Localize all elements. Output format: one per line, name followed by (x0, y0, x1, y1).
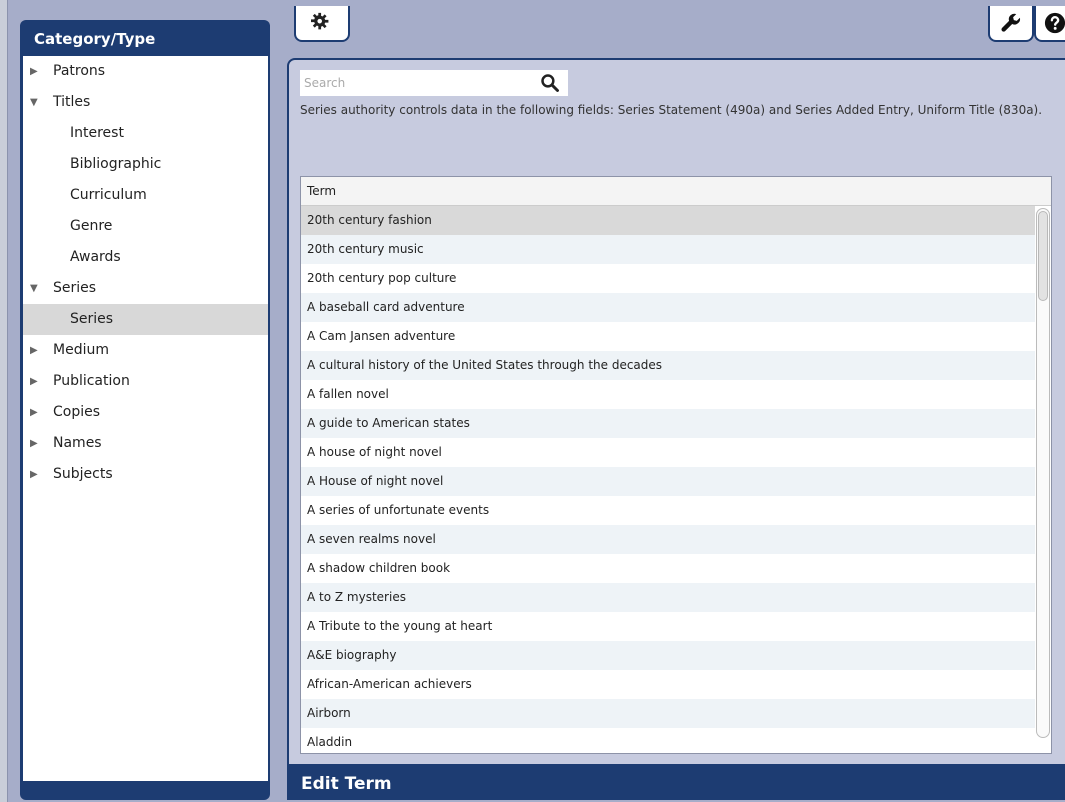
expanded-arrow-icon[interactable]: ▼ (30, 87, 40, 118)
settings-button[interactable] (294, 6, 350, 42)
sidebar-item-names[interactable]: ▶ Names (23, 428, 268, 459)
table-row[interactable]: A&E biography (301, 641, 1035, 670)
sidebar-item-patrons[interactable]: ▶ Patrons (23, 56, 268, 87)
collapsed-arrow-icon[interactable]: ▶ (30, 397, 40, 428)
table-scrollbar[interactable] (1036, 208, 1050, 738)
search-input[interactable] (300, 71, 530, 95)
series-authority-panel: Series authority controls data in the fo… (287, 58, 1065, 800)
sidebar-item-label: Series (53, 280, 97, 296)
sidebar-item-medium[interactable]: ▶ Medium (23, 335, 268, 366)
table-row[interactable]: Airborn (301, 699, 1035, 728)
table-row[interactable]: 20th century pop culture (301, 264, 1035, 293)
sidebar-item-label: Copies (53, 404, 101, 420)
sidebar-item-label: Publication (53, 373, 130, 389)
sidebar-item-label: Awards (70, 249, 121, 265)
collapsed-arrow-icon[interactable]: ▶ (30, 335, 40, 366)
scrollbar-thumb[interactable] (1038, 211, 1048, 301)
sidebar-item-series[interactable]: ▼ Series (23, 273, 268, 304)
collapsed-arrow-icon[interactable]: ▶ (30, 459, 40, 490)
expanded-arrow-icon[interactable]: ▼ (30, 273, 40, 304)
tools-button[interactable] (988, 6, 1034, 42)
series-description: Series authority controls data in the fo… (300, 103, 1043, 117)
table-row[interactable]: A cultural history of the United States … (301, 351, 1035, 380)
sidebar-item-subjects[interactable]: ▶ Subjects (23, 459, 268, 490)
search-box (300, 70, 568, 96)
help-button[interactable] (1034, 6, 1065, 42)
table-row[interactable]: A house of night novel (301, 438, 1035, 467)
sidebar-item-copies[interactable]: ▶ Copies (23, 397, 268, 428)
table-row[interactable]: A Tribute to the young at heart (301, 612, 1035, 641)
table-row[interactable]: A baseball card adventure (301, 293, 1035, 322)
sidebar-item-label: Patrons (53, 63, 106, 79)
table-row[interactable]: African-American achievers (301, 670, 1035, 699)
terms-table: Term 20th century fashion 20th century mu… (300, 176, 1052, 754)
table-row[interactable]: 20th century fashion (301, 206, 1035, 235)
terms-table-body: 20th century fashion 20th century music 20… (301, 206, 1035, 753)
table-row[interactable]: A to Z mysteries (301, 583, 1035, 612)
table-row[interactable]: 20th century music (301, 235, 1035, 264)
left-frame-strip (0, 0, 8, 802)
table-row[interactable]: A seven realms novel (301, 525, 1035, 554)
table-row[interactable]: A series of unfortunate events (301, 496, 1035, 525)
category-tree: ▶ Patrons ▼ Titles Interest Bibliographic Curr… (23, 56, 268, 781)
edit-term-bar: Edit Term (289, 764, 1065, 798)
sidebar-item-genre[interactable]: Genre (23, 211, 268, 242)
sidebar-item-label: Bibliographic (70, 156, 162, 172)
help-icon (1044, 12, 1065, 34)
sidebar-item-awards[interactable]: Awards (23, 242, 268, 273)
sidebar-item-label: Titles (53, 94, 91, 110)
sidebar-item-interest[interactable]: Interest (23, 118, 268, 149)
column-header-term[interactable]: Term (301, 177, 1051, 206)
sidebar-item-bibliographic[interactable]: Bibliographic (23, 149, 268, 180)
table-row[interactable]: A guide to American states (301, 409, 1035, 438)
sidebar-item-label: Curriculum (70, 187, 147, 203)
collapsed-arrow-icon[interactable]: ▶ (30, 366, 40, 397)
category-type-panel: Category/Type ▶ Patrons ▼ Titles Interest Bib… (20, 20, 270, 800)
collapsed-arrow-icon[interactable]: ▶ (30, 56, 40, 87)
search-icon[interactable] (540, 73, 560, 93)
table-row[interactable]: A House of night novel (301, 467, 1035, 496)
sidebar-item-label: Medium (53, 342, 109, 358)
table-row[interactable]: A fallen novel (301, 380, 1035, 409)
table-row[interactable]: Aladdin (301, 728, 1035, 753)
sidebar-item-publication[interactable]: ▶ Publication (23, 366, 268, 397)
sidebar-item-label: Names (53, 435, 102, 451)
sidebar-item-titles[interactable]: ▼ Titles (23, 87, 268, 118)
table-row[interactable]: A shadow children book (301, 554, 1035, 583)
sidebar-item-label: Series (70, 311, 114, 327)
sidebar-item-series[interactable]: Series (23, 304, 268, 335)
sidebar-item-curriculum[interactable]: Curriculum (23, 180, 268, 211)
sidebar-item-label: Interest (70, 125, 124, 141)
gear-icon (311, 12, 329, 30)
sidebar-title: Category/Type (34, 30, 156, 48)
collapsed-arrow-icon[interactable]: ▶ (30, 428, 40, 459)
sidebar-item-label: Genre (70, 218, 113, 234)
sidebar-item-label: Subjects (53, 466, 113, 482)
table-row[interactable]: A Cam Jansen adventure (301, 322, 1035, 351)
wrench-icon (1001, 13, 1021, 32)
